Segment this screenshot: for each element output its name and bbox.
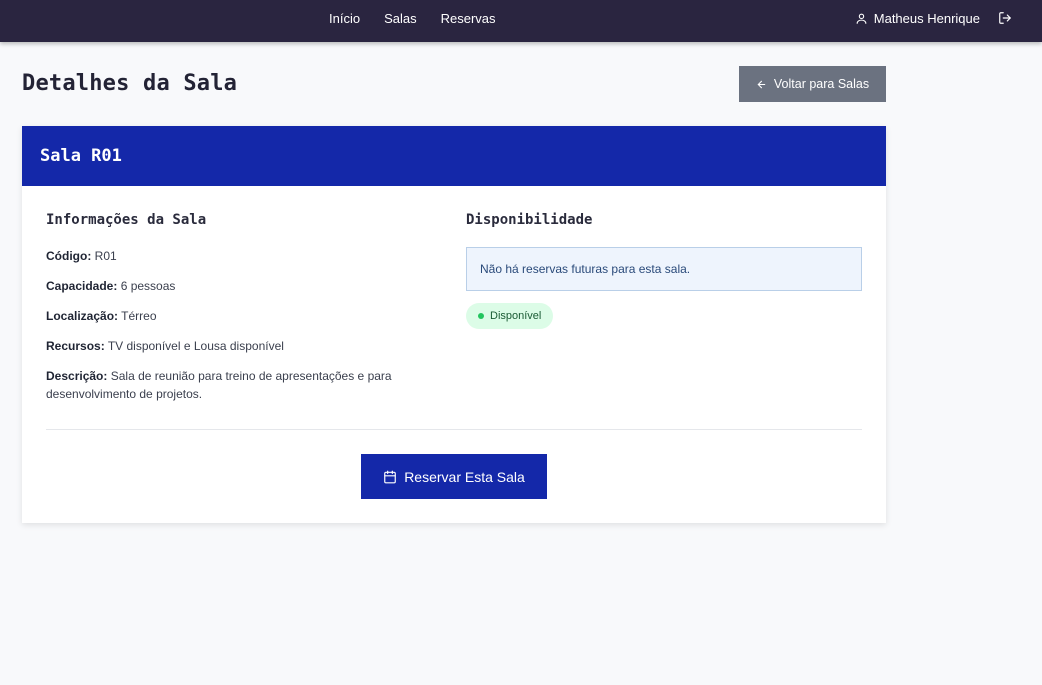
back-button-label: Voltar para Salas <box>773 77 870 91</box>
nav-link-reservas[interactable]: Reservas <box>441 11 496 26</box>
info-value: R01 <box>94 249 117 263</box>
info-label: Recursos: <box>46 339 105 353</box>
user-icon <box>855 12 868 25</box>
info-row-location: Localização: Térreo <box>46 307 426 325</box>
info-row-code: Código: R01 <box>46 247 426 265</box>
main-nav: Início Salas Reservas <box>329 0 520 36</box>
card-header: Sala R01 <box>22 126 886 186</box>
info-label: Localização: <box>46 309 119 323</box>
info-label: Capacidade: <box>46 279 118 293</box>
back-to-rooms-button[interactable]: Voltar para Salas <box>739 66 886 102</box>
info-label: Descrição: <box>46 369 108 383</box>
info-value: Térreo <box>121 309 157 323</box>
room-title: Sala R01 <box>40 146 122 166</box>
arrow-left-icon <box>756 79 767 90</box>
info-row-capacity: Capacidade: 6 pessoas <box>46 277 426 295</box>
room-details-card: Sala R01 Informações da Sala Código: R01… <box>22 126 886 523</box>
user-menu: Matheus Henrique <box>855 0 1012 36</box>
alert-text: Não há reservas futuras para esta sala. <box>480 262 691 276</box>
no-reservations-alert: Não há reservas futuras para esta sala. <box>466 247 862 291</box>
room-info-title: Informações da Sala <box>46 212 207 228</box>
reserve-room-button[interactable]: Reservar Esta Sala <box>361 454 547 499</box>
info-value: TV disponível e Lousa disponível <box>107 339 284 353</box>
page-title: Detalhes da Sala <box>22 71 238 96</box>
status-badge: Disponível <box>466 303 554 329</box>
calendar-icon <box>383 470 397 484</box>
info-row-description: Descrição: Sala de reunião para treino d… <box>46 367 426 403</box>
room-info-section: Informações da Sala Código: R01 Capacida… <box>46 212 426 415</box>
availability-section: Disponibilidade Não há reservas futuras … <box>466 212 862 329</box>
logout-icon[interactable] <box>998 11 1012 25</box>
availability-title: Disponibilidade <box>466 212 593 228</box>
info-value: 6 pessoas <box>120 279 176 293</box>
status-label: Disponível <box>490 310 542 322</box>
user-name[interactable]: Matheus Henrique <box>874 11 980 26</box>
status-dot-icon <box>478 313 484 319</box>
nav-link-inicio[interactable]: Início <box>329 11 360 26</box>
top-navbar: Início Salas Reservas Matheus Henrique <box>0 0 1042 42</box>
reserve-button-label: Reservar Esta Sala <box>404 468 525 485</box>
info-row-resources: Recursos: TV disponível e Lousa disponív… <box>46 337 426 355</box>
divider <box>46 429 862 430</box>
nav-link-salas[interactable]: Salas <box>384 11 417 26</box>
info-label: Código: <box>46 249 92 263</box>
